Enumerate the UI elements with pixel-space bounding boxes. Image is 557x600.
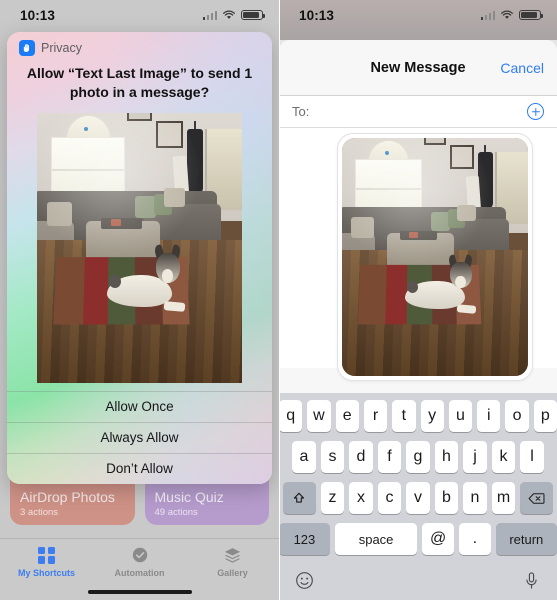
screenshot-root: 10:13 AirDrop Photos 3 actions Music Qui…: [0, 0, 557, 600]
conversation-area: [279, 128, 557, 381]
sheet-navigation-bar: New Message Cancel: [279, 40, 557, 96]
cellular-bars-icon: [480, 10, 495, 20]
key-b[interactable]: b: [434, 482, 459, 514]
key-l[interactable]: l: [520, 441, 544, 473]
key-d[interactable]: d: [349, 441, 373, 473]
dot-key[interactable]: .: [458, 523, 491, 555]
shortcut-card-subtitle: 3 actions: [20, 507, 59, 518]
key-e[interactable]: e: [335, 400, 359, 432]
key-g[interactable]: g: [406, 441, 430, 473]
clock-check-icon: [131, 545, 149, 565]
tab-gallery[interactable]: Gallery: [186, 545, 279, 578]
shift-arrow-icon[interactable]: [282, 482, 316, 514]
shortcut-card-subtitle: 49 actions: [154, 507, 198, 518]
key-n[interactable]: n: [463, 482, 487, 514]
key-r[interactable]: r: [363, 400, 388, 432]
key-a[interactable]: a: [292, 441, 316, 473]
new-message-sheet: New Message Cancel To: q w e r t y u i o…: [279, 40, 557, 600]
dialog-photo-wrapper: [7, 112, 272, 383]
allow-once-button[interactable]: Allow Once: [7, 390, 272, 422]
tab-label: Gallery: [217, 568, 248, 578]
key-h[interactable]: h: [434, 441, 459, 473]
dialog-photo-preview: [37, 112, 242, 383]
tab-automation[interactable]: Automation: [93, 545, 186, 578]
emoji-smiley-icon[interactable]: [295, 571, 314, 590]
status-indicators: [202, 10, 265, 20]
key-x[interactable]: x: [349, 482, 373, 514]
key-v[interactable]: v: [406, 482, 430, 514]
key-m[interactable]: m: [491, 482, 516, 514]
status-indicators: [480, 10, 543, 20]
keyboard-row-2: a s d f g h j k l: [279, 441, 557, 473]
photo-attachment-bubble[interactable]: [337, 133, 533, 381]
dialog-app-line: Privacy: [19, 40, 260, 56]
wifi-icon: [501, 10, 513, 19]
key-u[interactable]: u: [448, 400, 473, 432]
page-title: New Message: [370, 59, 466, 76]
keyboard-bottom-row: [279, 564, 557, 594]
key-y[interactable]: y: [420, 400, 444, 432]
return-key[interactable]: return: [495, 523, 557, 555]
right-phone-panel: 10:13 New Message Cancel To: q w e r t y…: [279, 0, 557, 600]
key-w[interactable]: w: [307, 400, 331, 432]
status-bar-left: 10:13: [0, 0, 279, 30]
grid-squares-icon: [38, 545, 55, 565]
dialog-app-name: Privacy: [41, 41, 82, 55]
wifi-icon: [223, 10, 235, 19]
layers-icon: [223, 545, 242, 565]
home-indicator-left[interactable]: [87, 590, 192, 594]
key-i[interactable]: i: [477, 400, 501, 432]
status-bar-right: 10:13: [279, 0, 557, 30]
status-time: 10:13: [20, 7, 56, 23]
keyboard-row-3: z x c v b n m: [279, 482, 557, 514]
dialog-action-list: Allow Once Always Allow Don’t Allow: [7, 390, 272, 484]
privacy-hand-icon: [19, 40, 35, 56]
shortcut-card-title: AirDrop Photos: [20, 489, 115, 505]
key-c[interactable]: c: [377, 482, 402, 514]
key-z[interactable]: z: [320, 482, 345, 514]
panel-divider: [279, 0, 280, 600]
always-allow-button[interactable]: Always Allow: [7, 421, 272, 453]
dialog-title: Allow “Text Last Image” to send 1 photo …: [26, 65, 253, 101]
key-p[interactable]: p: [533, 400, 557, 432]
key-o[interactable]: o: [505, 400, 529, 432]
microphone-icon[interactable]: [522, 571, 541, 590]
recipient-row[interactable]: To:: [279, 96, 557, 128]
battery-icon: [519, 10, 543, 20]
cancel-button[interactable]: Cancel: [500, 60, 544, 76]
cellular-bars-icon: [202, 10, 217, 20]
key-t[interactable]: t: [392, 400, 416, 432]
space-key[interactable]: space: [334, 523, 418, 555]
status-time: 10:13: [299, 7, 335, 23]
tab-my-shortcuts[interactable]: My Shortcuts: [0, 545, 93, 578]
tab-label: Automation: [114, 568, 165, 578]
left-phone-panel: 10:13 AirDrop Photos 3 actions Music Qui…: [0, 0, 279, 600]
shortcut-card-title: Music Quiz: [154, 489, 224, 505]
battery-icon: [241, 10, 265, 20]
key-k[interactable]: k: [491, 441, 516, 473]
at-key[interactable]: @: [422, 523, 454, 555]
key-f[interactable]: f: [377, 441, 402, 473]
key-s[interactable]: s: [320, 441, 345, 473]
tab-label: My Shortcuts: [17, 568, 75, 578]
to-label: To:: [292, 104, 310, 119]
keyboard-row-4: 123 space @ . return: [279, 523, 557, 555]
numbers-key[interactable]: 123: [279, 523, 330, 555]
add-contact-plus-icon[interactable]: [527, 103, 544, 120]
on-screen-keyboard: q w e r t y u i o p a s d f g h j k l z …: [279, 393, 557, 600]
privacy-permission-dialog: Privacy Allow “Text Last Image” to send …: [7, 32, 272, 484]
key-j[interactable]: j: [463, 441, 487, 473]
keyboard-row-1: q w e r t y u i o p: [279, 400, 557, 432]
key-q[interactable]: q: [279, 400, 303, 432]
attachment-photo: [342, 138, 528, 376]
dont-allow-button[interactable]: Don’t Allow: [7, 452, 272, 484]
backspace-icon[interactable]: [520, 482, 554, 514]
